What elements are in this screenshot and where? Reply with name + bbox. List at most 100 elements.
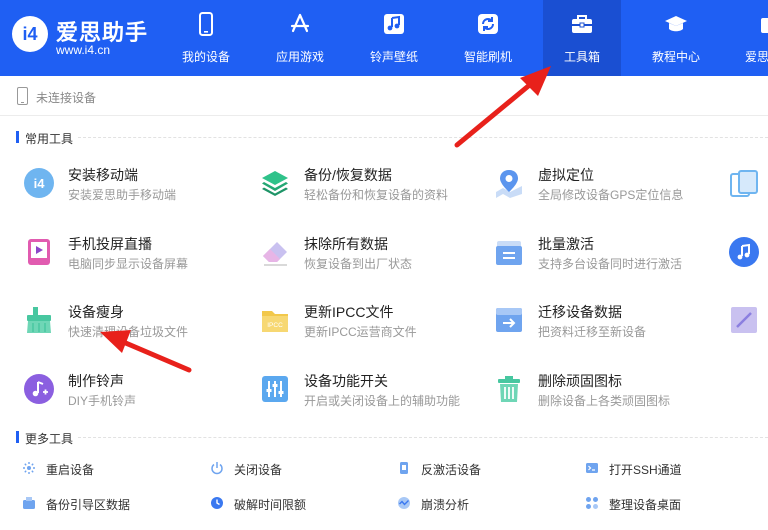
more-tool-label: 反激活设备 — [421, 463, 482, 477]
section-common-tools: 常用工具 — [16, 129, 768, 146]
tool-install-mobile[interactable]: i4 安装移动端 安装爱思助手移动端 — [24, 162, 254, 210]
tool-desc: 开启或关闭设备上的辅助功能 — [304, 394, 461, 408]
tool-screen-mirror[interactable]: 手机投屏直播 电脑同步显示设备屏幕 — [24, 231, 254, 279]
more-crash-analysis[interactable]: 崩溃分析 — [397, 494, 577, 516]
tool-desc: 快速清理设备垃圾文件 — [68, 325, 189, 339]
tool-batch-activate[interactable]: 批量激活 支持多台设备同时进行激活 — [494, 231, 724, 279]
tool-desc: 支持多台设备同时进行激活 — [538, 257, 683, 271]
tool-title: 抹除所有数据 — [304, 236, 388, 252]
nav-smart-flash[interactable]: 智能刷机 — [449, 0, 527, 76]
sliders-icon — [262, 376, 288, 402]
top-nav-bar: i4 爱思助手 www.i4.cn 我的设备 应用游戏 铃声壁纸 智能刷机 工具… — [0, 0, 768, 76]
brand-logo[interactable]: i4 爱思助手 www.i4.cn — [12, 13, 172, 63]
section-title: 常用工具 — [25, 132, 74, 146]
more-restart-device[interactable]: 重启设备 — [22, 459, 202, 481]
tool-desc: 把资料迁移至新设备 — [538, 325, 647, 339]
toolbox-icon — [572, 15, 592, 33]
screen-mirror-icon — [28, 239, 50, 265]
tool-delete-stubborn-icons[interactable]: 删除顽固图标 删除设备上各类顽固图标 — [494, 368, 724, 416]
store-icon — [761, 18, 768, 33]
tool-desc: 删除设备上各类顽固图标 — [538, 394, 671, 408]
more-tool-label: 打开SSH通道 — [609, 463, 682, 477]
nav-label: 爱思 — [745, 50, 768, 64]
more-shutdown-device[interactable]: 关闭设备 — [210, 459, 390, 481]
nav-ringtones-wallpapers[interactable]: 铃声壁纸 — [355, 0, 433, 76]
tool-desc: 恢复设备到出厂状态 — [304, 257, 413, 271]
nav-label: 我的设备 — [181, 50, 230, 64]
nav-label: 教程中心 — [651, 50, 700, 64]
tool-desc: DIY手机铃声 — [68, 394, 137, 408]
tool-virtual-location[interactable]: 虚拟定位 全局修改设备GPS定位信息 — [494, 162, 724, 210]
nav-i4-store[interactable]: 爱思 — [731, 0, 768, 76]
nav-apps-games[interactable]: 应用游戏 — [261, 0, 339, 76]
ssh-icon — [586, 463, 598, 473]
refresh-icon — [478, 14, 498, 34]
nav-toolbox[interactable]: 工具箱 — [543, 0, 621, 76]
tool-title: 删除顽固图标 — [538, 373, 622, 389]
nav-my-device[interactable]: 我的设备 — [167, 0, 245, 76]
more-organize-desktop[interactable]: 整理设备桌面 — [585, 494, 765, 516]
ipcc-folder-icon: IPCC — [262, 311, 288, 332]
nav-label: 应用游戏 — [275, 50, 324, 64]
device-status-bar: 未连接设备 — [0, 76, 768, 116]
section-divider — [78, 137, 768, 138]
tool-feature-switch[interactable]: 设备功能开关 开启或关闭设备上的辅助功能 — [260, 368, 490, 416]
svg-text:IPCC: IPCC — [267, 322, 283, 329]
nav-label: 智能刷机 — [463, 50, 512, 64]
section-accent-bar — [16, 131, 19, 143]
tool-partial-col4-row2[interactable] — [729, 231, 768, 279]
location-pin-icon — [496, 170, 522, 198]
batch-activate-icon — [496, 241, 522, 265]
music-note-icon — [384, 14, 404, 34]
section-accent-bar — [16, 431, 19, 443]
more-open-ssh[interactable]: 打开SSH通道 — [585, 459, 765, 481]
crash-analysis-icon — [398, 497, 410, 509]
more-tool-label: 关闭设备 — [234, 463, 283, 477]
phone-outline-icon — [17, 87, 28, 105]
deactivate-icon — [400, 462, 408, 474]
tool-update-ipcc[interactable]: IPCC 更新IPCC文件 更新IPCC运营商文件 — [260, 299, 490, 347]
section-more-tools: 更多工具 — [16, 429, 768, 446]
more-tool-label: 整理设备桌面 — [609, 498, 682, 512]
tool-desc: 安装爱思助手移动端 — [68, 188, 177, 202]
more-tool-label: 破解时间限额 — [234, 498, 307, 512]
tool-title: 更新IPCC文件 — [304, 304, 394, 320]
svg-text:i4: i4 — [34, 176, 46, 191]
clock-icon — [211, 497, 223, 509]
section-divider — [78, 437, 768, 438]
edit-icon — [731, 307, 757, 333]
tool-desc: 轻松备份和恢复设备的资料 — [304, 188, 449, 202]
more-tool-label: 备份引导区数据 — [46, 498, 131, 512]
tool-make-ringtone[interactable]: 制作铃声 DIY手机铃声 — [24, 368, 254, 416]
broom-icon — [27, 307, 51, 333]
tool-title: 手机投屏直播 — [68, 236, 152, 252]
tool-desc: 电脑同步显示设备屏幕 — [68, 257, 189, 271]
phone-icon — [199, 12, 213, 36]
tool-erase-all-data[interactable]: 抹除所有数据 恢复设备到出厂状态 — [260, 231, 490, 279]
tool-partial-col4-row3[interactable] — [729, 299, 768, 347]
app-store-icon — [290, 13, 310, 33]
nav-tutorial-center[interactable]: 教程中心 — [637, 0, 715, 76]
more-deactivate-device[interactable]: 反激活设备 — [397, 459, 577, 481]
tool-title: 迁移设备数据 — [538, 304, 622, 320]
nav-label: 工具箱 — [563, 50, 600, 64]
eraser-icon — [263, 242, 287, 266]
tool-desc: 更新IPCC运营商文件 — [304, 325, 417, 339]
tool-migrate-data[interactable]: 迁移设备数据 把资料迁移至新设备 — [494, 299, 724, 347]
trash-icon — [498, 376, 520, 402]
tool-title: 设备功能开关 — [304, 373, 388, 389]
section-title: 更多工具 — [25, 432, 74, 446]
i4-app-icon: i4 — [24, 168, 54, 198]
layers-icon — [262, 171, 288, 196]
nav-label: 铃声壁纸 — [369, 50, 418, 64]
brand-url: www.i4.cn — [56, 43, 111, 57]
restart-icon — [23, 462, 35, 474]
ringtone-icon — [24, 374, 54, 404]
tool-device-slim[interactable]: 设备瘦身 快速清理设备垃圾文件 — [24, 299, 254, 347]
tool-backup-restore[interactable]: 备份/恢复数据 轻松备份和恢复设备的资料 — [260, 162, 490, 210]
more-backup-boot-data[interactable]: 备份引导区数据 — [22, 494, 202, 516]
tool-partial-col4-row1[interactable] — [729, 162, 768, 210]
tablet-icon — [730, 170, 758, 197]
more-crack-time-limit[interactable]: 破解时间限额 — [210, 494, 390, 516]
music-circle-icon — [729, 237, 759, 267]
